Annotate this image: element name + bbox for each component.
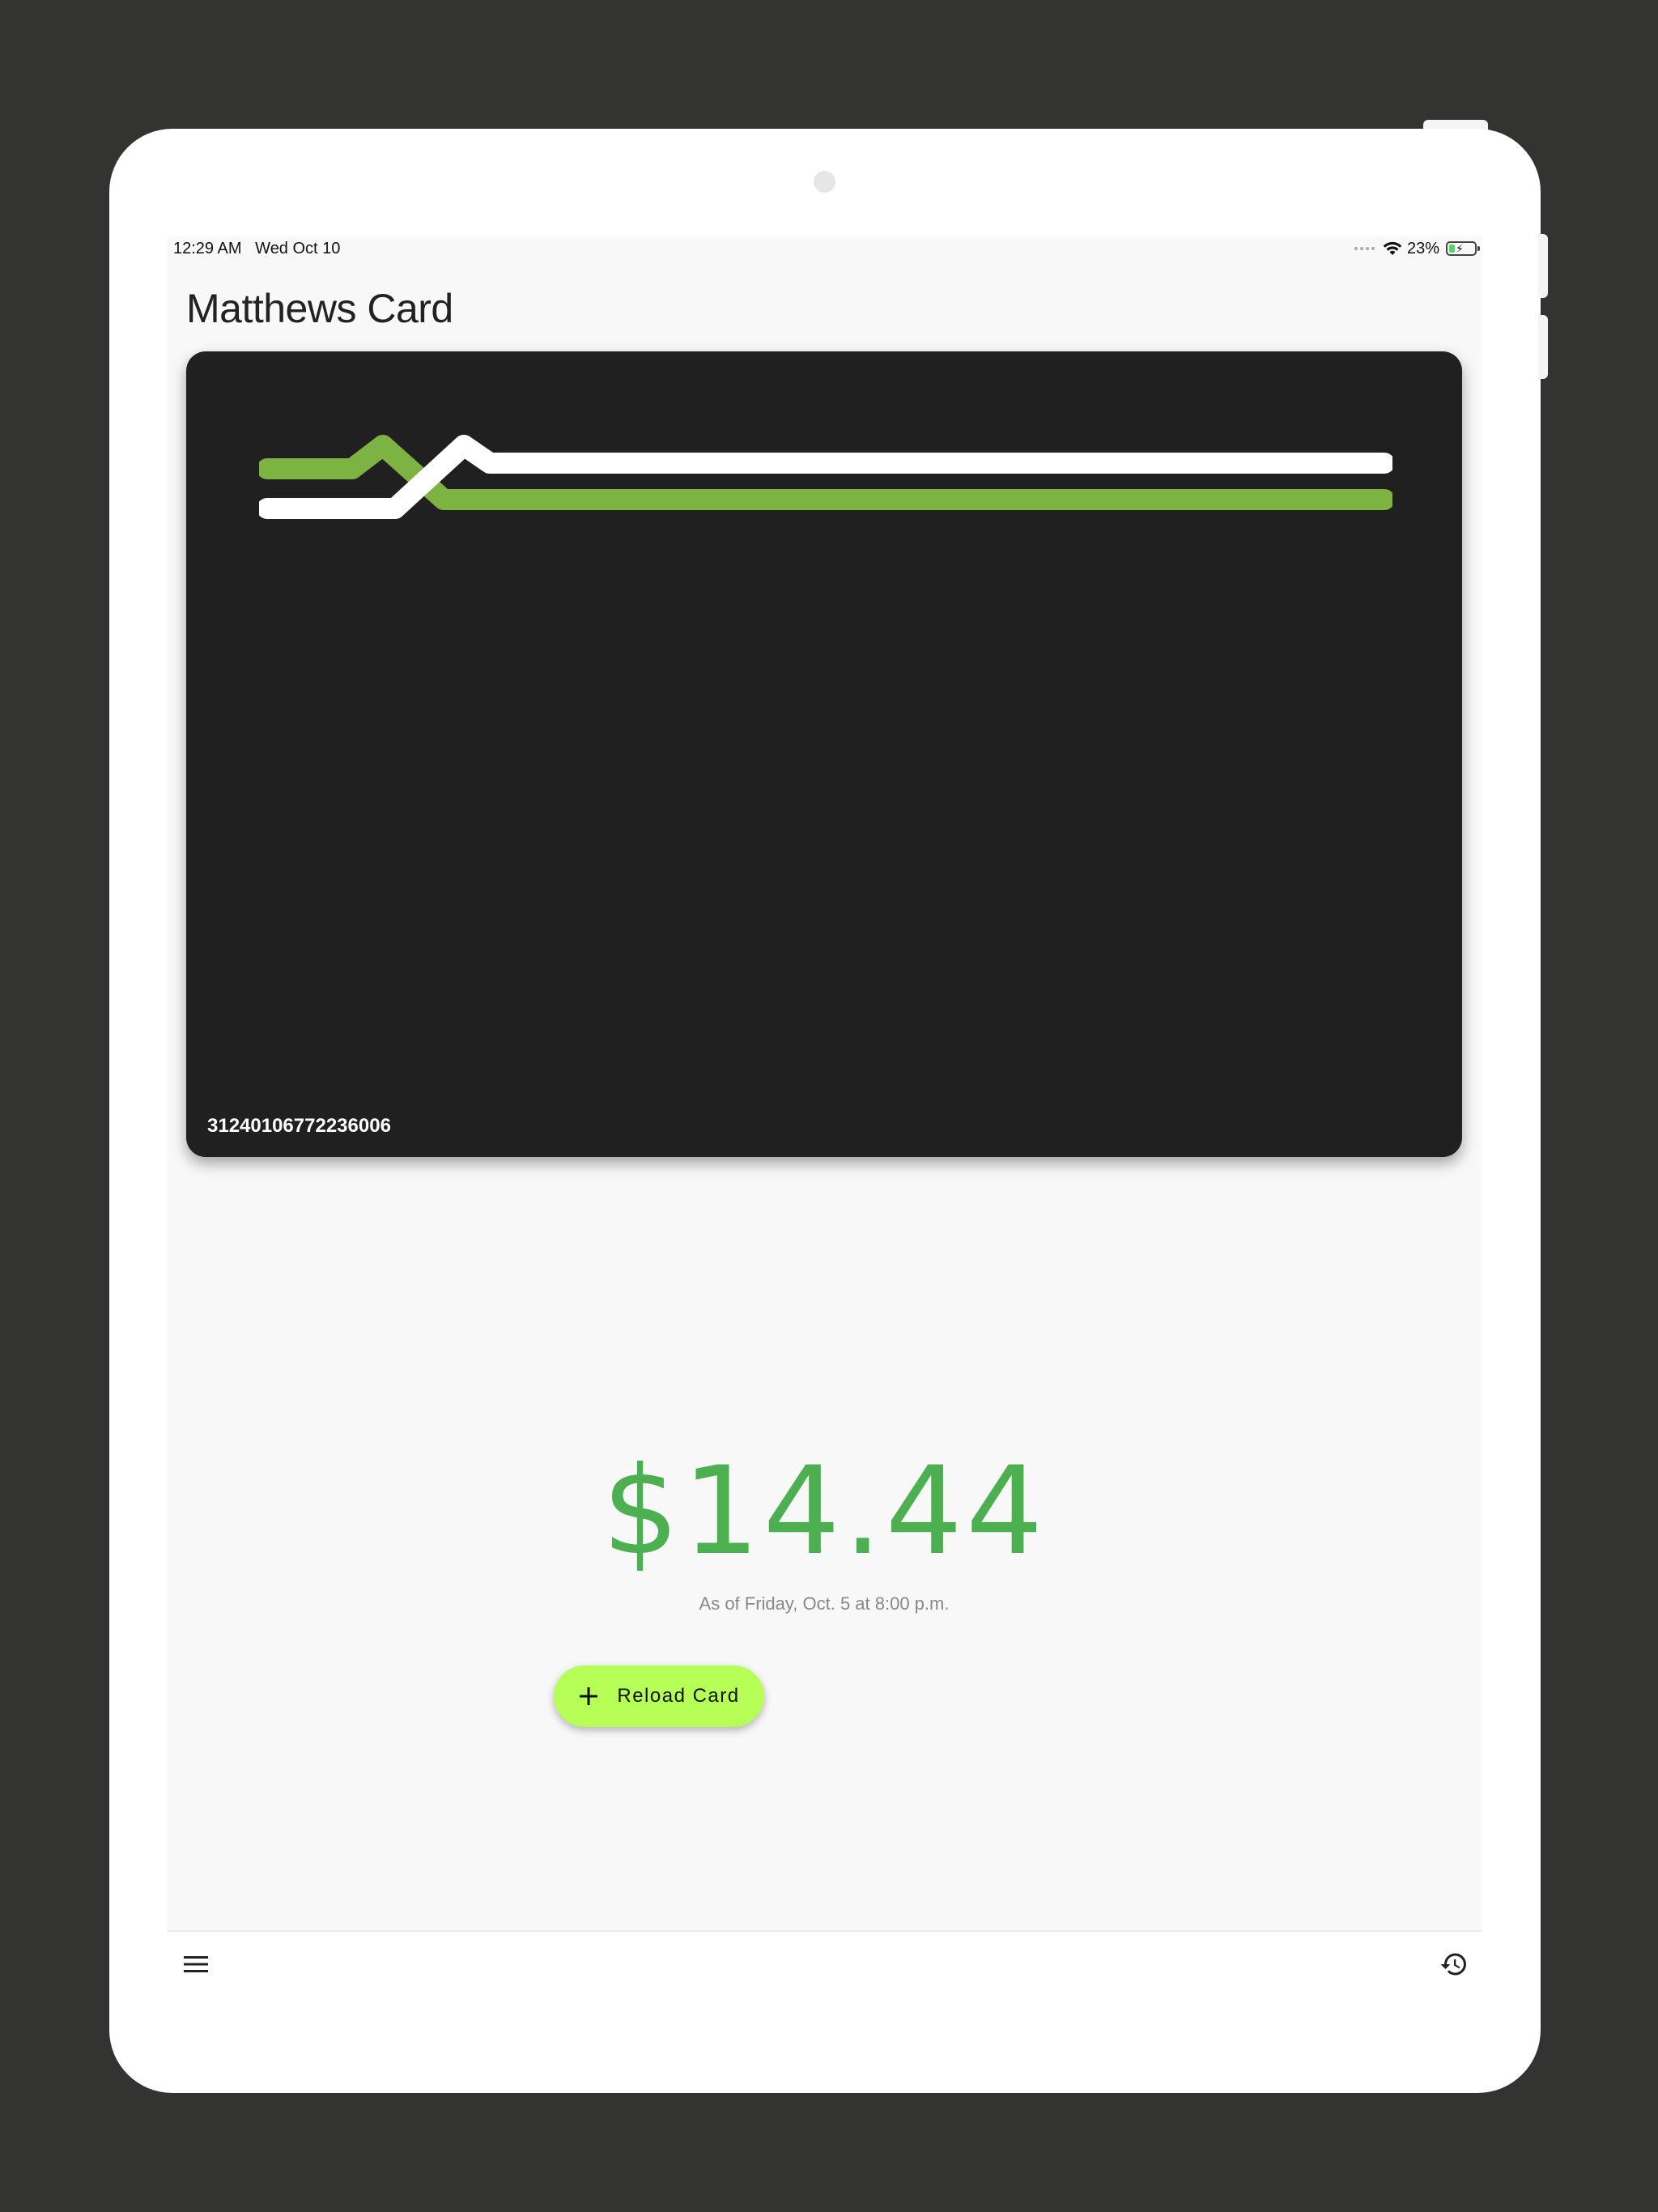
battery-icon: ⚡ (1446, 241, 1480, 256)
cellular-signal-icon (1354, 247, 1375, 250)
plus-icon (580, 1687, 598, 1705)
history-icon (1440, 1953, 1466, 1976)
volume-down-button (1538, 315, 1548, 379)
card-number: 31240106772236006 (207, 1115, 391, 1137)
card-logo-stripes (259, 435, 1392, 519)
reload-card-button[interactable]: Reload Card (554, 1665, 764, 1727)
status-time: 12:29 AM Wed Oct 10 (173, 240, 341, 257)
battery-fill (1449, 245, 1455, 253)
status-bar: 12:29 AM Wed Oct 10 23% ⚡ (167, 236, 1482, 261)
bottom-app-bar (167, 1930, 1482, 2010)
battery-percent: 23% (1406, 239, 1439, 257)
history-button[interactable] (1436, 1946, 1472, 1982)
menu-icon (184, 1956, 208, 1972)
page-title: Matthews Card (186, 286, 453, 331)
transit-card[interactable]: 31240106772236006 (186, 351, 1462, 1157)
status-indicators: 23% ⚡ (1354, 238, 1480, 259)
wifi-icon (1383, 241, 1402, 255)
front-camera (814, 171, 835, 193)
reload-card-label: Reload Card (617, 1685, 740, 1707)
menu-button[interactable] (178, 1946, 214, 1982)
app-screen: 12:29 AM Wed Oct 10 23% ⚡ Matthews Card (167, 236, 1482, 2010)
volume-up-button (1538, 234, 1548, 298)
balance-timestamp: As of Friday, Oct. 5 at 8:00 p.m. (699, 1593, 950, 1614)
balance-amount: $14.44 (602, 1441, 1047, 1582)
